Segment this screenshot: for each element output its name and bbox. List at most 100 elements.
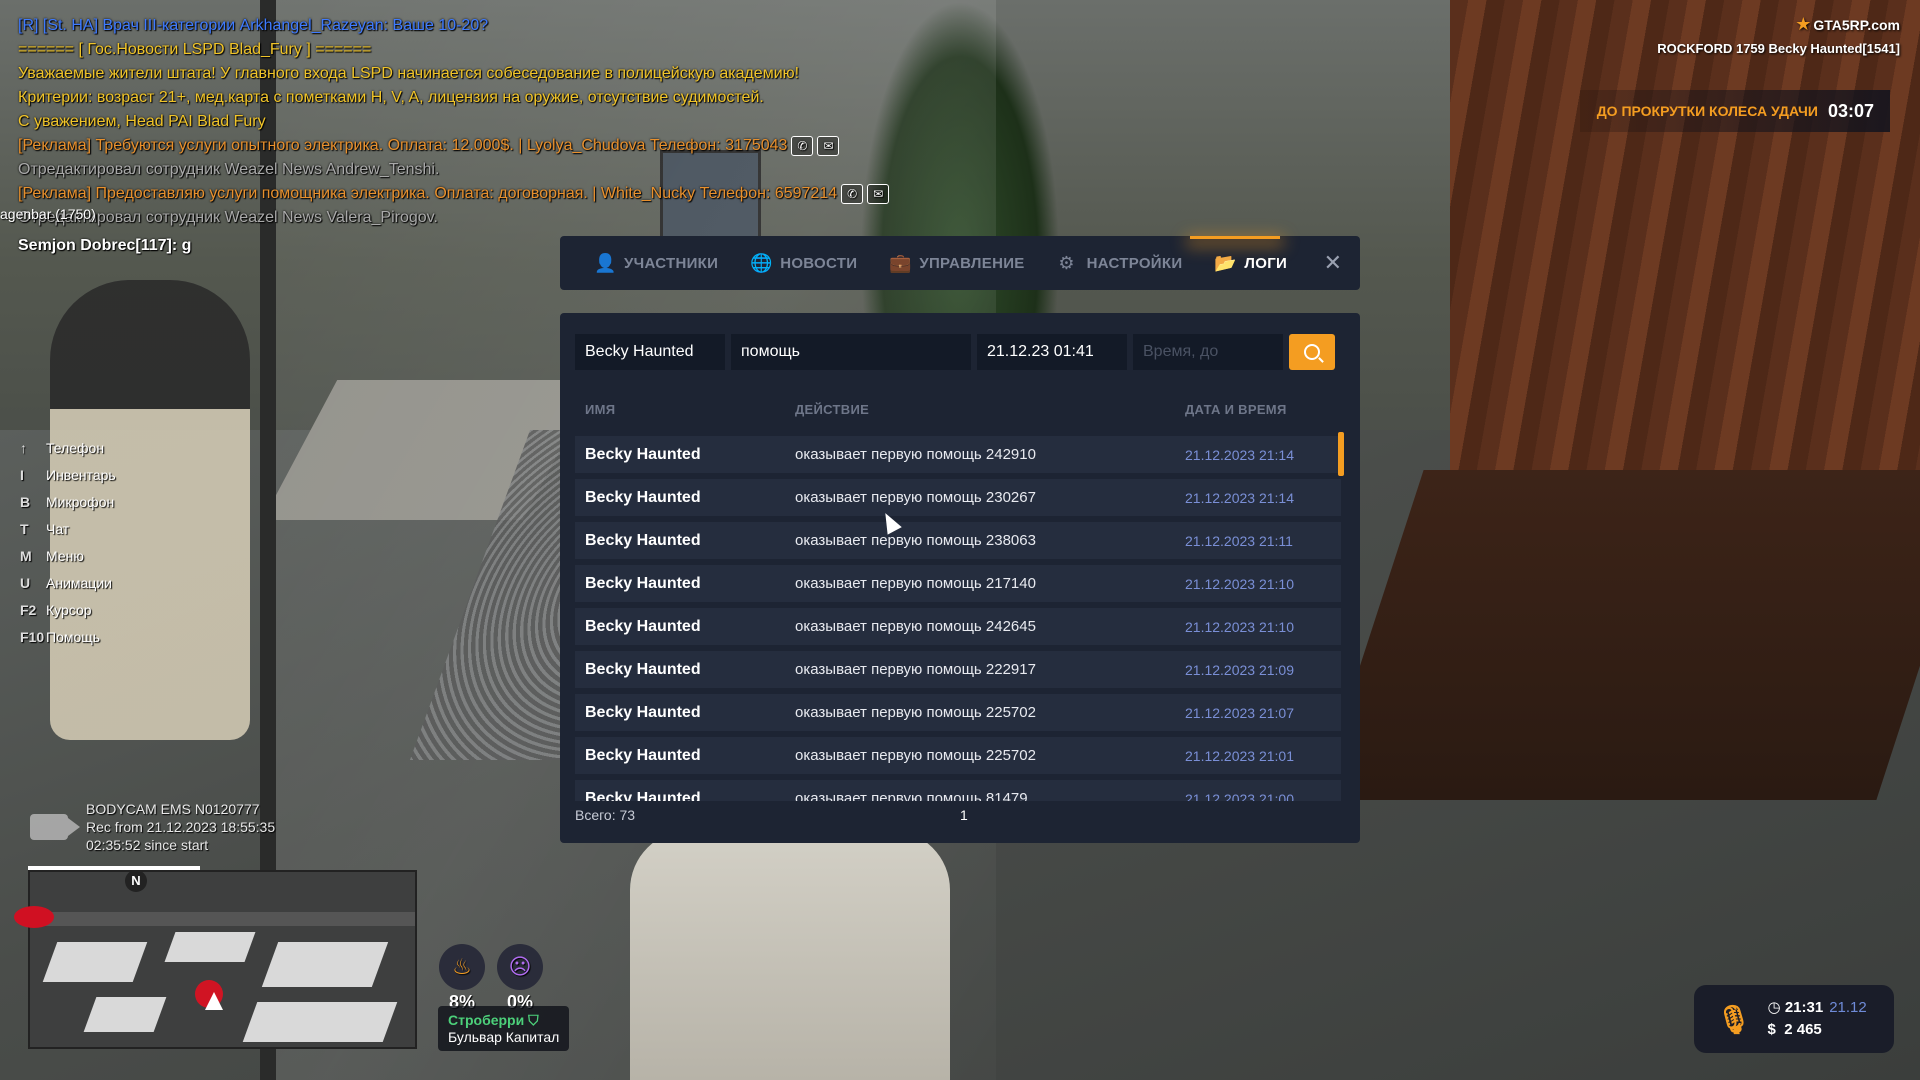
action-filter-input[interactable] xyxy=(731,334,971,370)
row-name: Becky Haunted xyxy=(585,617,701,635)
chat-line: [Реклама] Требуются услуги опытного элек… xyxy=(18,134,918,158)
server-logo: ★ GTA5RP.com ROCKFORD 1759 Becky Haunted[… xyxy=(1657,14,1900,56)
hotkey-key: M xyxy=(20,547,32,564)
minimap: N xyxy=(28,870,417,1049)
chat-line: С уважением, Head PAI Blad Fury xyxy=(18,113,266,130)
hotkey-label: Курсор xyxy=(46,601,92,618)
row-datetime: 21.12.2023 21:10 xyxy=(1185,575,1294,592)
phone-icon[interactable]: ✆ xyxy=(791,135,814,156)
table-header: ИМЯ ДЕЙСТВИЕ ДАТА И ВРЕМЯ xyxy=(575,389,1341,429)
map-block xyxy=(261,942,389,987)
clock-icon: ◷ xyxy=(1767,999,1781,1016)
active-tab-indicator xyxy=(1190,236,1280,239)
money-value: 2 465 xyxy=(1784,1021,1822,1038)
clock-row: ◷ 21:31 21.12 xyxy=(1768,997,1867,1019)
time-value: 21:31 xyxy=(1784,999,1824,1016)
row-datetime: 21.12.2023 21:10 xyxy=(1185,618,1294,635)
map-block xyxy=(164,932,256,962)
user-icon: 👤 xyxy=(594,252,617,273)
gear-icon: ⚙ xyxy=(1058,252,1075,273)
table-row: Becky Haunted оказывает первую помощь 225… xyxy=(575,694,1341,731)
phone-icon[interactable]: ✆ xyxy=(841,183,864,204)
table-scrollbar[interactable] xyxy=(1338,432,1344,802)
row-datetime: 21.12.2023 21:09 xyxy=(1185,661,1294,678)
row-name: Becky Haunted xyxy=(585,746,701,764)
hotkey-key: T xyxy=(20,520,29,537)
tab-settings[interactable]: ⚙ НАСТРОЙКИ xyxy=(1057,253,1183,274)
chat-text: [Реклама] Требуются услуги опытного элек… xyxy=(18,137,788,154)
bodycam-overlay: BODYCAM EMS N0120777 Rec from 21.12.2023… xyxy=(30,800,275,854)
player-arrow-icon xyxy=(205,992,223,1010)
row-action: оказывает первую помощь 225702 xyxy=(795,704,1036,721)
hunger-indicator: ♨ 8% xyxy=(438,944,486,1013)
hotkey-label: Помощь xyxy=(46,628,101,645)
folder-icon: 📂 xyxy=(1214,252,1238,273)
tab-members[interactable]: 👤 УЧАСТНИКИ xyxy=(594,253,718,274)
table-footer: Всего: 73 1 xyxy=(575,807,1341,823)
server-info: ROCKFORD 1759 Becky Haunted[1541] xyxy=(1657,41,1900,56)
row-action: оказывает первую помощь 230267 xyxy=(795,489,1036,506)
hotkey-label: Чат xyxy=(46,520,70,537)
hotkey-inventory: I Инвентарь xyxy=(20,461,116,488)
row-datetime: 21.12.2023 21:07 xyxy=(1185,704,1294,721)
chat-line: Отредактировал сотрудник Weazel News Val… xyxy=(18,209,438,226)
row-datetime: 21.12.2023 21:14 xyxy=(1185,446,1294,463)
mail-icon[interactable]: ✉ xyxy=(817,135,840,156)
row-action: оказывает первую помощь 242910 xyxy=(795,446,1036,463)
row-name: Becky Haunted xyxy=(585,531,701,549)
total-count: Всего: 73 xyxy=(575,807,636,823)
chat-line: ====== [ Гос.Новости LSPD Blad_Fury ] ==… xyxy=(18,41,372,58)
chat-line: Уважаемые жители штата! У главного входа… xyxy=(18,65,800,82)
brand-text: GTA5RP.com xyxy=(1813,17,1900,33)
date-from-input[interactable] xyxy=(977,334,1127,370)
row-action: оказывает первую помощь 242645 xyxy=(795,618,1036,635)
bodycam-text: BODYCAM EMS N0120777 Rec from 21.12.2023… xyxy=(86,800,275,854)
row-datetime: 21.12.2023 21:14 xyxy=(1185,489,1294,506)
hotkey-key: I xyxy=(20,466,24,483)
search-button[interactable] xyxy=(1289,334,1335,370)
hotkey-label: Меню xyxy=(46,547,84,564)
pagination-page[interactable]: 1 xyxy=(960,807,968,823)
row-name: Becky Haunted xyxy=(585,660,701,678)
hotkey-label: Инвентарь xyxy=(46,466,116,483)
close-icon[interactable]: ✕ xyxy=(1324,250,1342,276)
scrollbar-thumb[interactable] xyxy=(1338,432,1344,476)
chat-log: [R] [St. HA] Врач III-категории Arkhange… xyxy=(18,14,918,258)
chat-line: [R] [St. HA] Врач III-категории Arkhange… xyxy=(18,17,489,34)
hotkey-label: Анимации xyxy=(46,574,112,591)
name-filter-input[interactable] xyxy=(575,334,725,370)
logs-panel: ИМЯ ДЕЙСТВИЕ ДАТА И ВРЕМЯ Becky Haunted о… xyxy=(560,313,1360,843)
globe-icon: 🌐 xyxy=(750,252,773,273)
row-datetime: 21.12.2023 21:00 xyxy=(1185,790,1294,802)
tab-management[interactable]: 💼 УПРАВЛЕНИЕ xyxy=(889,253,1024,274)
row-name: Becky Haunted xyxy=(585,574,701,592)
map-block xyxy=(83,997,167,1032)
row-name: Becky Haunted xyxy=(585,789,701,802)
table-row: Becky Haunted оказывает первую помощь 814… xyxy=(575,780,1341,801)
hotkey-cursor: F2 Курсор xyxy=(20,596,116,623)
table-row: Becky Haunted оказывает первую помощь 225… xyxy=(575,737,1341,774)
chat-line: [Реклама] Предоставляю услуги помощника … xyxy=(18,182,918,206)
chat-line: Критерии: возраст 21+, мед.карта с помет… xyxy=(18,89,764,106)
camera-icon xyxy=(30,814,80,840)
map-block xyxy=(42,942,148,982)
table-row: Becky Haunted оказывает первую помощь 238… xyxy=(575,522,1341,559)
row-datetime: 21.12.2023 21:11 xyxy=(1185,532,1293,549)
header-action: ДЕЙСТВИЕ xyxy=(795,401,870,417)
table-row: Becky Haunted оказывает первую помощь 222… xyxy=(575,651,1341,688)
row-action: оказывает первую помощь 217140 xyxy=(795,575,1036,592)
mail-icon[interactable]: ✉ xyxy=(867,183,890,204)
food-icon: ♨ xyxy=(439,944,485,990)
brand: ★ GTA5RP.com xyxy=(1657,14,1900,35)
tab-label: НОВОСТИ xyxy=(780,254,858,272)
hotkey-help: F10 Помощь xyxy=(20,623,116,650)
date-to-input[interactable] xyxy=(1133,334,1283,370)
row-action: оказывает первую помощь 225702 xyxy=(795,747,1036,764)
log-table: Becky Haunted оказывает первую помощь 242… xyxy=(575,436,1341,801)
street-name: Строберри ⛉ xyxy=(448,1012,559,1029)
hotkey-key: ↑ xyxy=(20,439,27,456)
tab-label: НАСТРОЙКИ xyxy=(1086,254,1183,272)
tab-news[interactable]: 🌐 НОВОСТИ xyxy=(750,253,857,274)
mood-indicator: ☹ 0% xyxy=(496,944,544,1013)
tab-logs[interactable]: 📂 ЛОГИ xyxy=(1214,253,1287,274)
